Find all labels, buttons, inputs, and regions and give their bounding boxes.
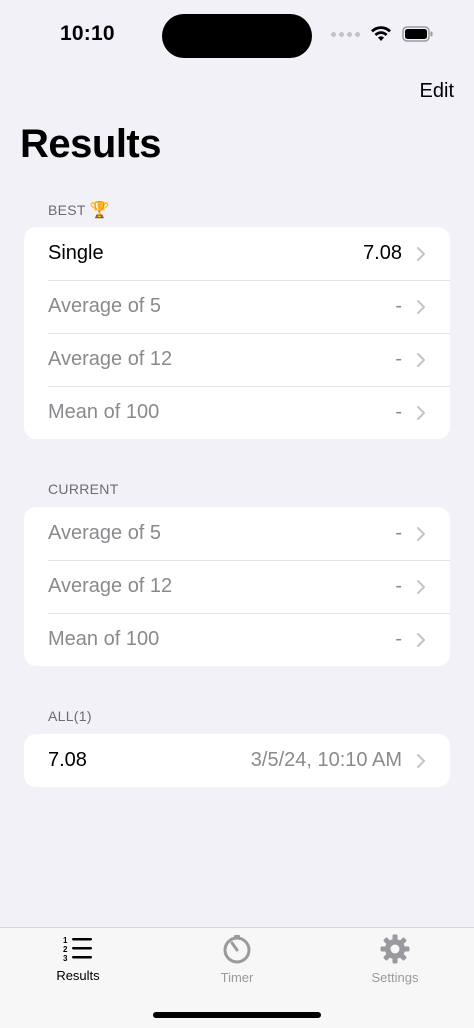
current-row-ao12[interactable]: Average of 12 -	[24, 560, 450, 613]
tab-label: Timer	[220, 970, 254, 985]
section-header-current-label: CURRENT	[48, 481, 119, 497]
row-label: Mean of 100	[48, 401, 160, 423]
home-indicator	[153, 1012, 321, 1018]
wifi-icon	[371, 26, 391, 41]
best-row-ao12[interactable]: Average of 12 -	[24, 333, 450, 386]
row-label: Average of 5	[48, 522, 162, 544]
row-value: -	[395, 401, 402, 423]
section-header-all: ALL(1)	[48, 708, 92, 724]
current-row-mo100[interactable]: Mean of 100 -	[24, 613, 450, 666]
status-time: 10:10	[60, 22, 115, 45]
chevron-right-icon	[417, 352, 425, 367]
cellular-signal-icon	[331, 31, 360, 37]
edit-button[interactable]: Edit	[420, 80, 454, 103]
status-bar: 10:10	[0, 0, 474, 70]
tab-timer[interactable]: Timer	[182, 934, 292, 985]
result-date: 3/5/24, 10:10 AM	[250, 749, 402, 771]
row-label: Average of 12	[48, 575, 173, 597]
row-value: -	[395, 348, 402, 370]
row-label: Average of 12	[48, 348, 173, 370]
svg-text:3: 3	[63, 954, 68, 962]
row-value: -	[395, 522, 402, 544]
all-card: 7.08 3/5/24, 10:10 AM	[24, 734, 450, 787]
row-value: 7.08	[363, 242, 402, 264]
chevron-right-icon	[417, 299, 425, 314]
status-icons	[331, 26, 434, 42]
row-label: Single	[48, 242, 104, 264]
best-row-ao5[interactable]: Average of 5 -	[24, 280, 450, 333]
dynamic-island	[162, 14, 312, 58]
chevron-right-icon	[417, 632, 425, 647]
numbered-list-icon: 1 2 3	[63, 936, 92, 962]
current-card: Average of 5 - Average of 12 - Mean of 1…	[24, 507, 450, 666]
trophy-icon: 🏆	[89, 202, 110, 219]
chevron-right-icon	[417, 405, 425, 420]
row-label: Mean of 100	[48, 628, 160, 650]
tab-label: Results	[56, 968, 100, 983]
stopwatch-icon	[223, 935, 251, 964]
tab-label: Settings	[371, 970, 419, 985]
section-header-best: BEST 🏆	[48, 200, 110, 220]
chevron-right-icon	[417, 753, 425, 768]
row-value: -	[395, 628, 402, 650]
gear-icon	[380, 934, 410, 964]
best-card: Single 7.08 Average of 5 - Average of 12…	[24, 227, 450, 439]
current-row-ao5[interactable]: Average of 5 -	[24, 507, 450, 560]
svg-text:1: 1	[63, 936, 68, 945]
section-header-all-label: ALL(1)	[48, 708, 92, 724]
result-time: 7.08	[48, 749, 87, 771]
chevron-right-icon	[417, 526, 425, 541]
row-value: -	[395, 295, 402, 317]
section-header-best-label: BEST	[48, 202, 86, 218]
page-title: Results	[20, 122, 162, 166]
section-header-current: CURRENT	[48, 481, 119, 497]
row-value: -	[395, 575, 402, 597]
chevron-right-icon	[417, 579, 425, 594]
best-row-single[interactable]: Single 7.08	[24, 227, 450, 280]
best-row-mo100[interactable]: Mean of 100 -	[24, 386, 450, 439]
chevron-right-icon	[417, 246, 425, 261]
row-label: Average of 5	[48, 295, 162, 317]
tab-settings[interactable]: Settings	[340, 934, 450, 985]
battery-icon	[402, 26, 433, 42]
result-row[interactable]: 7.08 3/5/24, 10:10 AM	[24, 734, 450, 787]
tab-results[interactable]: 1 2 3 Results	[23, 934, 133, 983]
svg-text:2: 2	[63, 945, 68, 954]
